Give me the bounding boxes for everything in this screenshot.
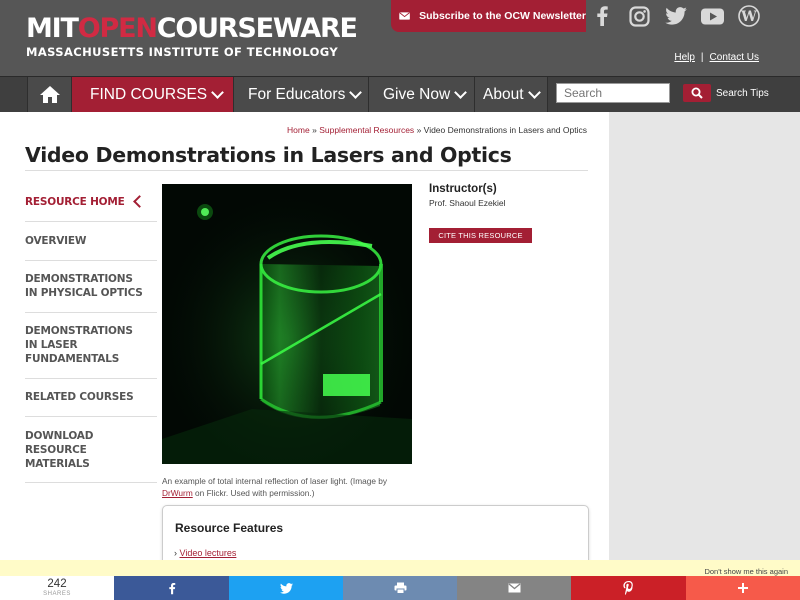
home-button[interactable]: [27, 77, 72, 112]
contact-us-link[interactable]: Contact Us: [710, 52, 759, 63]
share-bar-banner: [0, 560, 800, 576]
twitter-icon[interactable]: [663, 3, 689, 29]
ocw-logo[interactable]: MITOPENCOURSEWARE: [26, 13, 358, 44]
breadcrumb-supplemental-resources[interactable]: Supplemental Resources: [319, 125, 414, 135]
sidebar-item-overview[interactable]: OVERVIEW: [25, 222, 157, 261]
facebook-icon[interactable]: [589, 3, 615, 29]
logo-mit: MIT: [26, 13, 79, 44]
share-bar: 242 SHARES: [0, 576, 800, 600]
page-title: Video Demonstrations in Lasers and Optic…: [25, 143, 512, 167]
share-count: 242: [47, 578, 67, 590]
facebook-icon: [168, 582, 175, 594]
drwurm-link[interactable]: DrWurm: [162, 488, 193, 498]
chevron-right-icon: ›: [174, 548, 177, 558]
share-twitter-button[interactable]: [229, 576, 343, 600]
title-divider: [25, 170, 588, 171]
home-icon: [39, 86, 60, 103]
image-caption: An example of total internal reflection …: [162, 476, 388, 498]
envelope-icon: [399, 12, 410, 20]
nav-give-now[interactable]: Give Now: [369, 77, 475, 112]
svg-text:W: W: [740, 9, 757, 25]
breadcrumb-home[interactable]: Home: [287, 125, 310, 135]
header-links: Help | Contact Us: [674, 52, 759, 63]
help-link[interactable]: Help: [674, 52, 695, 63]
sidebar-item-download-materials[interactable]: DOWNLOAD RESOURCE MATERIALS: [25, 417, 157, 483]
chevron-down-icon: [527, 86, 541, 99]
search-tips-link[interactable]: Search Tips: [716, 88, 769, 99]
youtube-icon[interactable]: [699, 3, 725, 29]
main-content: Home » Supplemental Resources » Video De…: [0, 112, 609, 585]
print-icon: [394, 582, 406, 594]
breadcrumb: Home » Supplemental Resources » Video De…: [287, 125, 587, 135]
plus-icon: [738, 583, 748, 593]
wordpress-icon[interactable]: W: [736, 3, 762, 29]
instagram-icon[interactable]: [626, 3, 652, 29]
search-icon: [691, 87, 703, 99]
share-print-button[interactable]: [343, 576, 457, 600]
share-facebook-button[interactable]: [114, 576, 229, 600]
chevron-down-icon: [349, 86, 363, 99]
instructor-name: Prof. Shaoul Ezekiel: [429, 198, 506, 208]
nav-about[interactable]: About: [475, 77, 548, 112]
newsletter-label: Subscribe to the OCW Newsletter: [419, 10, 586, 22]
search-input[interactable]: [556, 83, 670, 103]
logo-subtitle: MASSACHUSETTS INSTITUTE OF TECHNOLOGY: [26, 45, 339, 59]
search-button[interactable]: [683, 84, 711, 102]
share-email-button[interactable]: [457, 576, 571, 600]
video-lectures-link[interactable]: Video lectures: [180, 548, 237, 558]
list-item: › Video lectures: [174, 548, 236, 558]
share-pinterest-button[interactable]: [571, 576, 686, 600]
logo-open: OPEN: [77, 13, 158, 44]
email-icon: [508, 583, 520, 593]
sidebar-item-resource-home[interactable]: RESOURCE HOME: [25, 195, 157, 222]
instructor-heading: Instructor(s): [429, 183, 497, 195]
share-counter: 242 SHARES: [0, 576, 114, 600]
logo-courseware: COURSEWARE: [156, 13, 358, 44]
cite-resource-button[interactable]: CITE THIS RESOURCE: [429, 228, 532, 243]
twitter-icon: [279, 582, 293, 594]
share-count-label: SHARES: [43, 591, 71, 597]
chevron-down-icon: [454, 86, 468, 99]
sidebar-item-related-courses[interactable]: RELATED COURSES: [25, 379, 157, 417]
right-gray-panel: [609, 112, 800, 560]
newsletter-subscribe-button[interactable]: Subscribe to the OCW Newsletter: [391, 0, 586, 32]
breadcrumb-current: Video Demonstrations in Lasers and Optic…: [423, 125, 587, 135]
pinterest-icon: [623, 581, 633, 595]
main-nav: FIND COURSES For Educators Give Now Abou…: [0, 76, 800, 112]
share-more-button[interactable]: [686, 576, 800, 600]
nav-for-educators[interactable]: For Educators: [234, 77, 369, 112]
chevron-down-icon: [211, 86, 224, 99]
resource-features-heading: Resource Features: [175, 521, 284, 535]
sidebar-item-laser-fundamentals[interactable]: DEMONSTRATIONS IN LASER FUNDAMENTALS: [25, 313, 157, 379]
sidebar-item-physical-optics[interactable]: DEMONSTRATIONS IN PHYSICAL OPTICS: [25, 261, 157, 313]
nav-find-courses[interactable]: FIND COURSES: [72, 77, 234, 112]
site-header: MITOPENCOURSEWARE MASSACHUSETTS INSTITUT…: [0, 0, 800, 76]
laser-reflection-photo: [162, 184, 412, 464]
dont-show-again-link[interactable]: Don't show me this again: [704, 567, 788, 576]
